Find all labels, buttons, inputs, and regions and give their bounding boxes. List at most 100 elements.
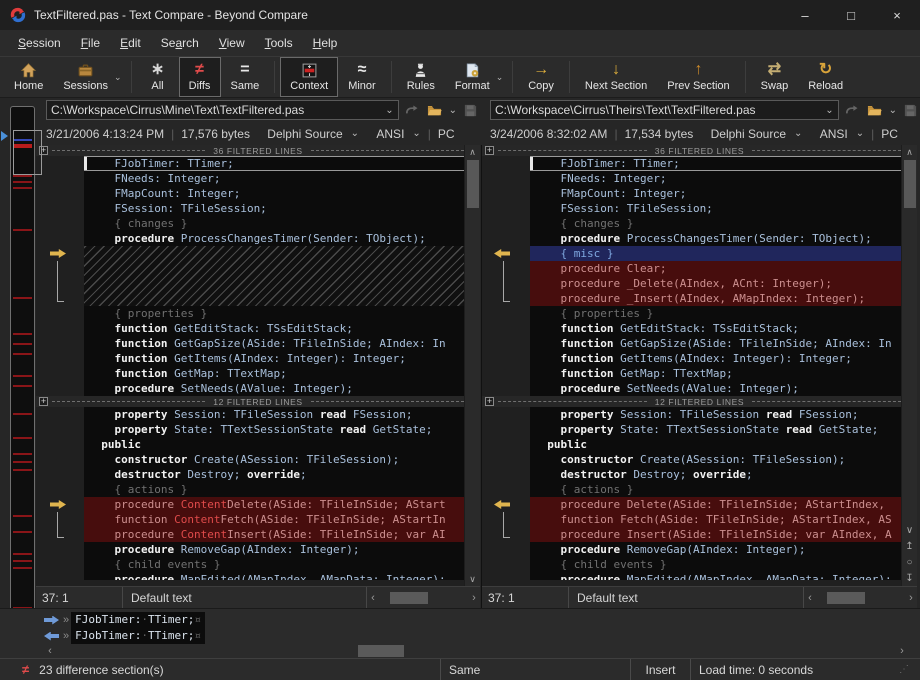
menu-file[interactable]: File <box>71 32 110 54</box>
scroll-left-button[interactable]: ‹ <box>804 592 816 604</box>
resize-grip[interactable]: ⋰ <box>899 664 912 675</box>
right-save-button[interactable] <box>900 100 920 120</box>
code-line[interactable]: procedure ProcessChangesTimer(Sender: TO… <box>482 231 901 246</box>
chevron-down-icon[interactable]: ⌄ <box>496 72 504 83</box>
swap-button[interactable]: ⇄Swap <box>751 57 799 97</box>
jump-first-diff-button[interactable]: ↥ <box>902 538 918 554</box>
left-horizontal-scrollbar[interactable]: ‹ › <box>366 587 480 608</box>
chevron-down-icon[interactable]: ⌄ <box>114 72 122 83</box>
code-line[interactable]: function GetGapSize(ASide: TFileInSide; … <box>36 336 464 351</box>
code-line[interactable]: function GetEditStack: TSsEditStack; <box>36 321 464 336</box>
code-line[interactable]: procedure Delete(ASide: TFileInSide; ASt… <box>482 497 901 512</box>
code-line[interactable]: { child events } <box>36 557 464 572</box>
code-line[interactable]: FNeeds: Integer; <box>482 171 901 186</box>
format-button[interactable]: Format <box>445 57 500 97</box>
code-line[interactable]: procedure ContentDelete(ASide: TFileInSi… <box>36 497 464 512</box>
close-button[interactable]: × <box>874 0 920 30</box>
prev-section-button[interactable]: ↑Prev Section <box>657 57 739 97</box>
code-line[interactable]: property State: TTextSessionState read G… <box>482 422 901 437</box>
code-line[interactable]: FJobTimer: TTimer; <box>482 156 901 171</box>
scrollbar-thumb[interactable] <box>390 592 428 604</box>
right-horizontal-scrollbar[interactable]: ‹ › <box>803 587 917 608</box>
sessions-button[interactable]: Sessions <box>53 57 118 97</box>
left-path-combobox[interactable]: C:\Workspace\Cirrus\Mine\Text\TextFilter… <box>46 100 399 120</box>
chevron-down-icon[interactable]: ⌄ <box>889 105 897 116</box>
code-line[interactable]: procedure _Delete(AIndex, ACnt: Integer)… <box>482 276 901 291</box>
diff-section-arrow-icon[interactable] <box>494 249 510 258</box>
code-line[interactable]: function GetEditStack: TSsEditStack; <box>482 321 901 336</box>
code-line[interactable]: { changes } <box>482 216 901 231</box>
code-line[interactable]: procedure MapEdited(AMapIndex, AMapData:… <box>36 572 464 580</box>
diff-section-arrow-icon[interactable] <box>494 500 510 509</box>
chevron-down-icon[interactable]: ⌄ <box>825 105 833 116</box>
menu-tools[interactable]: Tools <box>255 32 303 54</box>
scroll-down-button[interactable]: ∨ <box>465 572 481 586</box>
all-button[interactable]: ∗All <box>137 57 179 97</box>
right-browse-folder-button[interactable] <box>865 100 885 120</box>
copy-button[interactable]: →Copy <box>518 57 564 97</box>
scrollbar-thumb[interactable] <box>467 160 479 208</box>
code-line[interactable]: destructor Destroy; override; <box>482 467 901 482</box>
chevron-down-icon[interactable]: ⌄ <box>385 105 393 116</box>
code-line[interactable]: FMapCount: Integer; <box>482 186 901 201</box>
map-viewport-indicator[interactable] <box>13 130 42 175</box>
same-button[interactable]: =Same <box>221 57 270 97</box>
left-save-button[interactable] <box>460 100 480 120</box>
code-line[interactable]: FSession: TFileSession; <box>36 201 464 216</box>
minimize-button[interactable]: – <box>782 0 828 30</box>
menu-view[interactable]: View <box>209 32 255 54</box>
expand-section-button[interactable]: + <box>485 146 494 155</box>
code-line[interactable]: procedure _Insert(AIndex, AMapIndex: Int… <box>482 291 901 306</box>
code-line[interactable]: procedure SetNeeds(AValue: Integer); <box>36 381 464 396</box>
missing-lines-placeholder[interactable] <box>36 276 464 291</box>
left-vertical-scrollbar[interactable]: ∧ ∨ <box>464 145 480 586</box>
missing-lines-placeholder[interactable] <box>36 261 464 276</box>
scroll-up-button[interactable]: ∧ <box>902 145 918 159</box>
code-line[interactable]: procedure ProcessChangesTimer(Sender: TO… <box>36 231 464 246</box>
code-line[interactable]: procedure MapEdited(AMapIndex, AMapData:… <box>482 572 901 580</box>
code-line[interactable]: function GetGapSize(ASide: TFileInSide; … <box>482 336 901 351</box>
code-line[interactable]: procedure Insert(ASide: TFileInSide; var… <box>482 527 901 542</box>
overview-map[interactable] <box>10 106 35 634</box>
center-current-diff-button[interactable]: ○ <box>902 554 918 570</box>
rules-button[interactable]: Rules <box>397 57 445 97</box>
code-line[interactable]: { child events } <box>482 557 901 572</box>
code-line[interactable]: function GetMap: TTextMap; <box>36 366 464 381</box>
code-line[interactable]: function ContentFetch(ASide: TFileInSide… <box>36 512 464 527</box>
jump-last-diff-button[interactable]: ↧ <box>902 570 918 586</box>
scroll-right-button[interactable]: › <box>896 645 908 657</box>
code-line[interactable]: constructor Create(ASession: TFileSessio… <box>482 452 901 467</box>
code-line[interactable]: { actions } <box>36 482 464 497</box>
right-format-select[interactable]: Delphi Source ⌄ <box>711 127 803 141</box>
detail-horizontal-scrollbar[interactable]: ‹ › <box>44 645 908 657</box>
left-swap-side-icon[interactable] <box>402 100 422 120</box>
code-line[interactable]: procedure SetNeeds(AValue: Integer); <box>482 381 901 396</box>
code-line[interactable]: FMapCount: Integer; <box>36 186 464 201</box>
code-line[interactable]: public <box>36 437 464 452</box>
code-line[interactable]: procedure ContentInsert(ASide: TFileInSi… <box>36 527 464 542</box>
context-button[interactable]: Context <box>280 57 338 97</box>
code-line[interactable]: { misc } <box>482 246 901 261</box>
diff-section-arrow-icon[interactable] <box>50 500 66 509</box>
code-line[interactable]: procedure RemoveGap(AIndex: Integer); <box>36 542 464 557</box>
menu-help[interactable]: Help <box>303 32 348 54</box>
expand-section-button[interactable]: + <box>485 397 494 406</box>
left-browse-folder-button[interactable] <box>425 100 445 120</box>
minor-button[interactable]: ≈Minor <box>338 57 386 97</box>
scroll-left-button[interactable]: ‹ <box>367 592 379 604</box>
menu-session[interactable]: Session <box>8 32 71 54</box>
diffs-button[interactable]: ≠Diffs <box>179 57 221 97</box>
scroll-down-button[interactable]: ∨ <box>902 522 918 538</box>
code-line[interactable]: function Fetch(ASide: TFileInSide; AStar… <box>482 512 901 527</box>
scroll-right-button[interactable]: › <box>905 592 917 604</box>
missing-lines-placeholder[interactable] <box>36 291 464 306</box>
code-line[interactable]: constructor Create(ASession: TFileSessio… <box>36 452 464 467</box>
code-line[interactable]: destructor Destroy; override; <box>36 467 464 482</box>
code-line[interactable]: { actions } <box>482 482 901 497</box>
aligned-line-row[interactable]: »FJobTimer:·TTimer;¤ <box>44 612 205 628</box>
scrollbar-thumb[interactable] <box>827 592 865 604</box>
left-format-select[interactable]: Delphi Source ⌄ <box>267 127 359 141</box>
scroll-left-button[interactable]: ‹ <box>44 645 56 657</box>
left-encoding-select[interactable]: ANSI ⌄ <box>376 127 420 141</box>
code-line[interactable]: { properties } <box>36 306 464 321</box>
